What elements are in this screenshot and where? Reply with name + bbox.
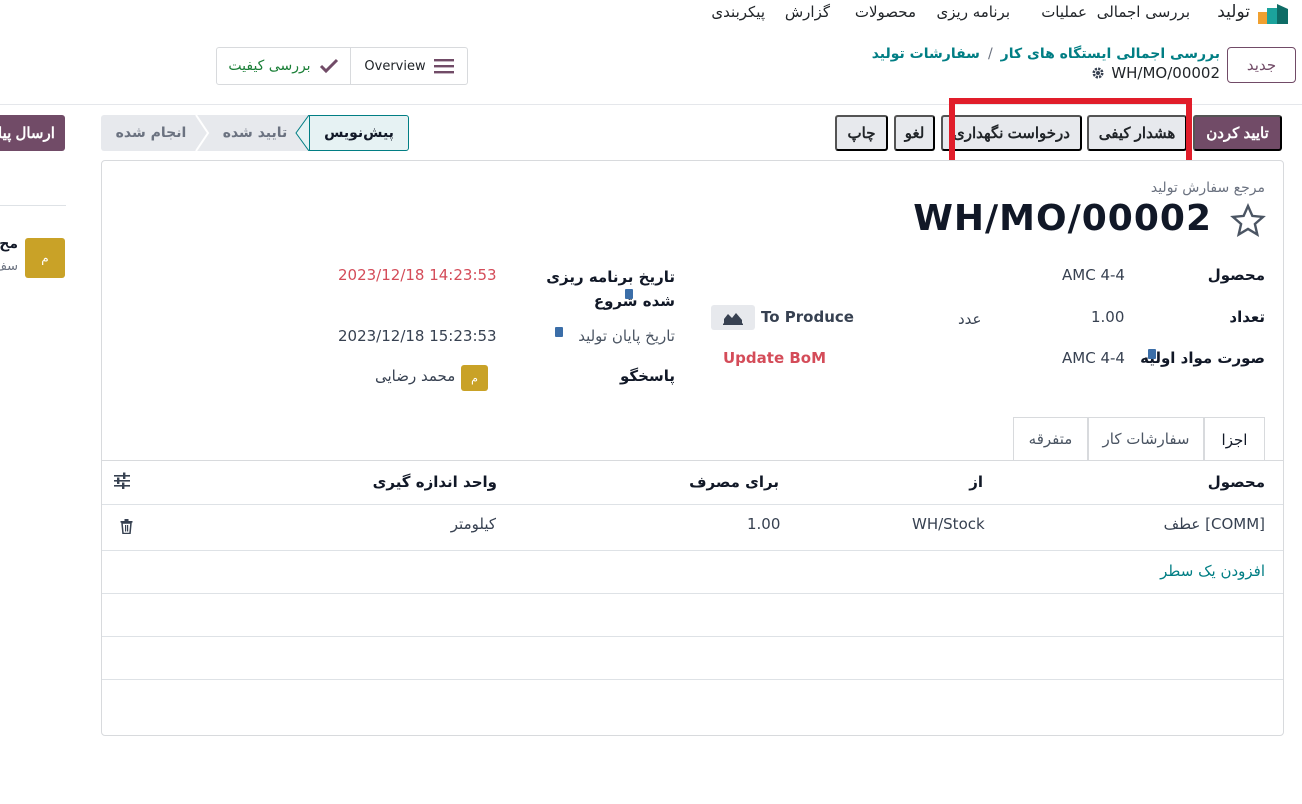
print-button[interactable]: چاپ [835, 115, 888, 151]
tabs-baseline [102, 460, 1283, 461]
menu-operations[interactable]: عملیات [1041, 3, 1087, 21]
chatter-subtext: سف [0, 259, 18, 274]
maintenance-request-button[interactable]: درخواست نگهداری [941, 115, 1082, 151]
statusbar: انجام شده تایید شده پیش‌نویس [101, 115, 409, 151]
responsible-label: پاسخگو [620, 367, 675, 385]
tab-work-orders[interactable]: سفارشات کار [1088, 417, 1204, 460]
tab-miscellaneous[interactable]: متفرقه [1013, 417, 1088, 460]
quantity-value[interactable]: 1.00 [1091, 308, 1124, 326]
product-value[interactable]: AMC 4-4 [1062, 266, 1125, 284]
row-divider [102, 550, 1283, 551]
breadcrumb-item-workcenter-overview[interactable]: بررسی اجمالی ایستگاه های کار [1001, 46, 1220, 62]
scheduled-start-label: تاریخ برنامه ریزی شده شروع [546, 268, 675, 310]
menu-planning[interactable]: برنامه ریزی [937, 3, 1010, 21]
column-header-from[interactable]: از [969, 473, 983, 491]
breadcrumb-item-manufacturing-orders[interactable]: سفارشات تولید [872, 46, 980, 62]
empty-row-divider-1 [102, 593, 1283, 594]
bom-help-icon [1148, 349, 1156, 359]
area-chart-icon [723, 312, 743, 325]
breadcrumb-separator: / [987, 46, 993, 62]
row-uom[interactable]: کیلومتر [451, 515, 496, 533]
smart-buttons: بررسی کیفیت Overview [216, 47, 468, 85]
quality-check-label: بررسی کیفیت [228, 58, 311, 74]
row-product[interactable]: [COMM] عطف [1164, 515, 1265, 533]
overview-label: Overview [364, 58, 426, 74]
chatter-avatar: م [25, 238, 65, 278]
forecast-report-button[interactable] [711, 305, 755, 330]
control-panel-divider [0, 104, 1302, 105]
app-name[interactable]: تولید [1217, 2, 1250, 22]
bom-value[interactable]: AMC 4-4 [1062, 349, 1125, 367]
responsible-value[interactable]: محمد رضایی [375, 367, 455, 385]
scheduled-start-help-icon [625, 289, 633, 299]
quantity-label: تعداد [1229, 308, 1265, 326]
update-bom-link[interactable]: Update BoM [723, 349, 826, 367]
empty-row-divider-2 [102, 636, 1283, 637]
scheduled-start-value[interactable]: 2023/12/18 14:23:53 [338, 266, 497, 284]
column-header-product[interactable]: محصول [1208, 473, 1265, 491]
stage-arrow-divider [195, 115, 210, 151]
menu-reporting[interactable]: گزارش [785, 3, 830, 21]
manufacturing-app-logo-icon[interactable] [1258, 4, 1288, 24]
tab-components[interactable]: اجزا [1204, 417, 1265, 461]
row-to-consume[interactable]: 1.00 [747, 515, 780, 533]
chatter-author: مح [0, 236, 18, 252]
overview-smart-button[interactable]: Overview [351, 48, 467, 84]
end-date-value[interactable]: 2023/12/18 15:23:53 [338, 327, 497, 345]
row-from[interactable]: WH/Stock [912, 515, 985, 533]
star-icon[interactable] [1229, 203, 1267, 239]
reference-label: مرجع سفارش تولید [1150, 180, 1265, 196]
delete-row-trash-icon[interactable] [120, 519, 133, 534]
optional-columns-sliders-icon[interactable] [113, 472, 131, 489]
top-navbar: تولید بررسی اجمالی عملیات برنامه ریزی مح… [0, 0, 1302, 28]
gear-icon[interactable] [1091, 66, 1105, 80]
header-divider [102, 504, 1283, 505]
new-button[interactable]: جدید [1227, 47, 1296, 83]
record-name: WH/MO/00002 [1111, 64, 1220, 82]
quality-check-smart-button[interactable]: بررسی کیفیت [217, 48, 351, 84]
reference-value: WH/MO/00002 [913, 198, 1212, 239]
breadcrumb: بررسی اجمالی ایستگاه های کار / سفارشات تول… [872, 46, 1220, 62]
stage-draft[interactable]: پیش‌نویس [309, 115, 409, 151]
cancel-button[interactable]: لغو [894, 115, 935, 151]
stage-done[interactable]: انجام شده [101, 115, 201, 151]
menu-configuration[interactable]: پیکربندی [711, 3, 765, 21]
end-date-label: تاریخ پایان تولید [578, 327, 675, 345]
hamburger-menu-icon [433, 59, 454, 74]
quality-alert-button[interactable]: هشدار کیفی [1087, 115, 1187, 151]
end-date-help-icon [555, 327, 563, 337]
quantity-uom[interactable]: عدد [958, 310, 982, 328]
responsible-avatar: م [461, 365, 488, 391]
bom-label: صورت مواد اولیه [1140, 349, 1265, 367]
confirm-button[interactable]: تایید کردن [1193, 115, 1282, 151]
menu-overview[interactable]: بررسی اجمالی [1097, 3, 1190, 21]
checkmark-icon [319, 58, 338, 74]
stage-arrow-current [295, 115, 310, 151]
column-header-to-consume[interactable]: برای مصرف [689, 473, 779, 491]
send-message-button[interactable]: ارسال پیا [0, 115, 65, 151]
product-label: محصول [1207, 266, 1265, 284]
menu-products[interactable]: محصولات [855, 3, 916, 21]
to-produce-label: To Produce [761, 308, 854, 326]
record-title: WH/MO/00002 [1091, 64, 1220, 82]
add-line-link[interactable]: افزودن یک سطر [1160, 562, 1265, 580]
empty-row-divider-3 [102, 679, 1283, 680]
column-header-uom[interactable]: واحد اندازه گیری [373, 473, 497, 491]
chatter-divider [0, 205, 66, 206]
